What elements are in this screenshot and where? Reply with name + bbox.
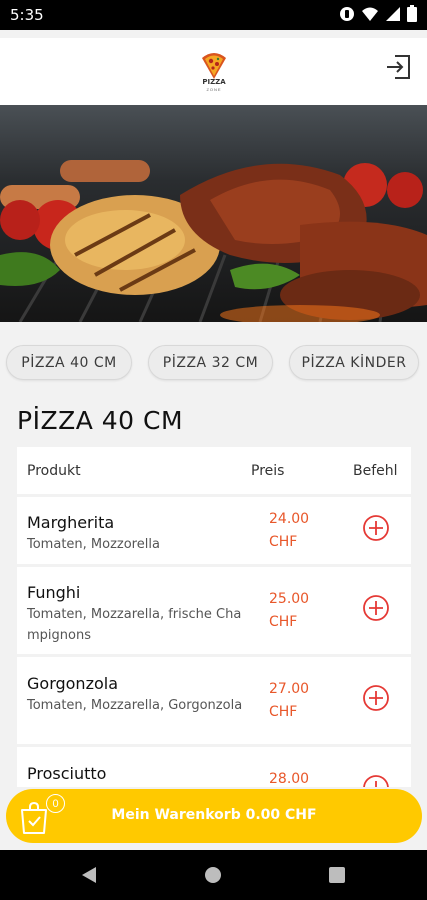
product-price: 27.00 CHF [269, 681, 310, 720]
column-order: Befehl [353, 463, 398, 479]
add-to-cart-button[interactable] [362, 684, 390, 712]
system-nav-bar [0, 850, 427, 900]
logout-icon[interactable] [384, 52, 414, 82]
tab-pizza-kinder[interactable]: PİZZA KİNDER [289, 345, 419, 380]
product-price: 25.00 CHF [269, 591, 310, 630]
table-row: Margherita Tomaten, Mozzorella 24.00 CHF [17, 497, 411, 564]
sync-icon [340, 6, 354, 21]
add-to-cart-button[interactable] [362, 594, 390, 622]
add-to-cart-button[interactable] [362, 774, 390, 787]
category-tabs: PİZZA 40 CM PİZZA 32 CM PİZZA KİNDER [0, 322, 427, 402]
product-name: Prosciutto [27, 764, 107, 783]
table-row: Prosciutto 28.00 CHF [17, 747, 411, 787]
app-header: PIZZA ZONE [0, 38, 427, 105]
product-description: Tomaten, Mozzarella, frische Champignons [27, 607, 242, 643]
table-header: Produkt Preis Befehl [17, 447, 411, 494]
column-product: Produkt [27, 463, 81, 479]
product-name: Gorgonzola [27, 674, 119, 693]
product-name: Margherita [27, 513, 115, 532]
table-row: Gorgonzola Tomaten, Mozzarella, Gorgonzo… [17, 657, 411, 744]
product-name: Funghi [27, 583, 81, 602]
logo-text: PIZZA [202, 78, 226, 86]
recents-icon[interactable] [329, 867, 345, 883]
product-price: 28.00 CHF [269, 771, 310, 787]
status-icons [339, 5, 417, 22]
table-row: Funghi Tomaten, Mozzarella, frische Cham… [17, 567, 411, 654]
battery-icon [407, 5, 417, 22]
home-icon[interactable] [204, 866, 222, 884]
pizza-zone-logo: PIZZA ZONE [197, 50, 231, 96]
status-bar: 5:35 [0, 0, 427, 30]
app-screen: 5:35 PIZZA ZONE PİZZA 40 CM PİZZA 32 CM … [0, 0, 427, 900]
back-icon[interactable] [80, 866, 98, 884]
cart-label: Mein Warenkorb 0.00 CHF [111, 807, 317, 823]
tab-pizza-32[interactable]: PİZZA 32 CM [148, 345, 273, 380]
section-title: PİZZA 40 CM [17, 406, 184, 435]
product-description: Tomaten, Mozzorella [27, 537, 160, 552]
wifi-icon [362, 7, 378, 21]
product-table: Produkt Preis Befehl Margherita Tomaten,… [17, 447, 411, 787]
signal-icon [386, 6, 400, 21]
column-price: Preis [251, 463, 285, 479]
add-to-cart-button[interactable] [362, 514, 390, 542]
hero-image [0, 105, 427, 322]
status-time: 5:35 [10, 6, 44, 24]
logo-subtext: ZONE [206, 87, 222, 92]
cart-button[interactable]: 0 Mein Warenkorb 0.00 CHF [6, 789, 422, 843]
tab-pizza-40[interactable]: PİZZA 40 CM [6, 345, 132, 380]
product-price: 24.00 CHF [269, 511, 310, 550]
product-description: Tomaten, Mozzarella, Gorgonzola [27, 698, 243, 713]
